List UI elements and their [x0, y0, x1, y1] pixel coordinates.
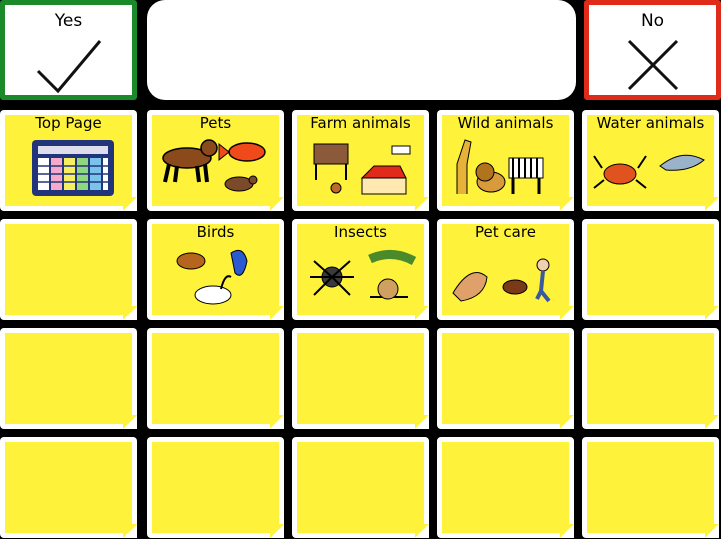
- cell-pet-care[interactable]: Pet care: [437, 219, 574, 320]
- cell-empty[interactable]: [582, 219, 719, 320]
- pets-icon: [162, 139, 266, 192]
- cell-label: Water animals: [596, 114, 705, 132]
- cell-label: Top Page: [35, 114, 102, 132]
- cell-empty[interactable]: [0, 219, 137, 320]
- cell-empty[interactable]: [292, 437, 429, 538]
- birds-icon: [176, 249, 248, 305]
- insects-icon: [310, 250, 417, 300]
- cell-farm-animals[interactable]: Farm animals: [292, 110, 429, 211]
- grid-board-icon: [32, 140, 114, 196]
- check-icon: [36, 40, 101, 94]
- cell-empty[interactable]: [582, 437, 719, 538]
- farm-icon: [313, 143, 411, 195]
- cell-empty[interactable]: [437, 328, 574, 429]
- cell-empty[interactable]: [0, 437, 137, 538]
- pet-care-icon: [452, 258, 551, 303]
- cell-empty[interactable]: [147, 437, 284, 538]
- cell-label: Pets: [199, 114, 232, 132]
- x-icon: [627, 39, 678, 91]
- cell-empty[interactable]: [292, 328, 429, 429]
- no-label: No: [640, 11, 665, 31]
- message-bar[interactable]: [147, 0, 576, 100]
- no-button[interactable]: No: [584, 0, 721, 100]
- cell-label: Pet care: [475, 223, 536, 241]
- cell-insects[interactable]: Insects: [292, 219, 429, 320]
- cell-birds[interactable]: Birds: [147, 219, 284, 320]
- cell-pets[interactable]: Pets: [147, 110, 284, 211]
- wild-animals-icon: [456, 139, 544, 194]
- cell-label: Insects: [334, 223, 387, 241]
- cell-wild-animals[interactable]: Wild animals: [437, 110, 574, 211]
- cell-top-page[interactable]: Top Page: [0, 110, 137, 211]
- cell-label: Birds: [196, 223, 235, 241]
- cell-empty[interactable]: [0, 328, 137, 429]
- water-animals-icon: [593, 154, 705, 189]
- cell-empty[interactable]: [147, 328, 284, 429]
- cell-empty[interactable]: [437, 437, 574, 538]
- cell-label: Farm animals: [310, 114, 411, 132]
- cell-empty[interactable]: [582, 328, 719, 429]
- cell-label: Wild animals: [457, 114, 554, 132]
- yes-button[interactable]: Yes: [0, 0, 137, 100]
- yes-label: Yes: [54, 11, 83, 31]
- cell-water-animals[interactable]: Water animals: [582, 110, 719, 211]
